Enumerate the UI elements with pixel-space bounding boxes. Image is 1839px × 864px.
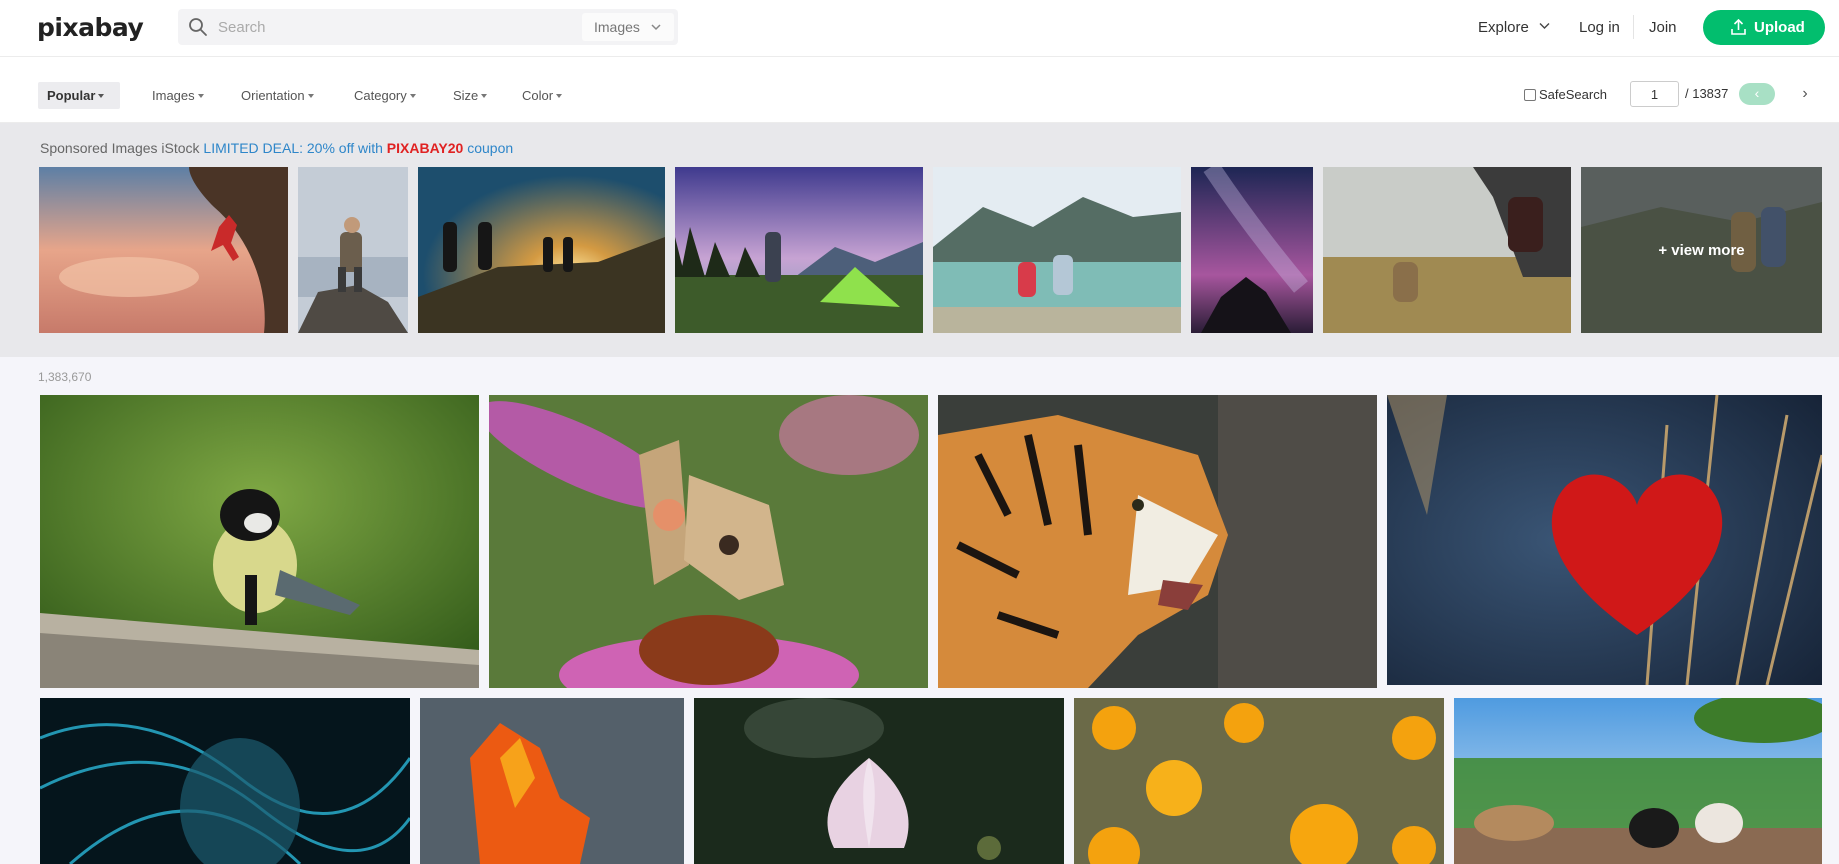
safesearch-checkbox[interactable] (1524, 89, 1536, 101)
result-image-orange-tulip[interactable] (420, 698, 684, 864)
result-image-cats[interactable] (1454, 698, 1822, 864)
search-type-label: Images (594, 19, 640, 35)
result-image-lotus[interactable] (694, 698, 1064, 864)
join-link[interactable]: Join (1649, 19, 1677, 36)
nav-explore-label: Explore (1478, 19, 1529, 36)
sponsored-image-milky-way[interactable] (1191, 167, 1313, 333)
filter-orientation-label: Orientation (241, 88, 305, 103)
filter-category-dropdown[interactable]: Category (354, 88, 416, 103)
sponsored-image-dog-car[interactable] (1323, 167, 1571, 333)
sponsored-section: Sponsored Images iStock LIMITED DEAL: 20… (0, 123, 1839, 357)
filter-orientation-dropdown[interactable]: Orientation (241, 88, 314, 103)
filter-size-dropdown[interactable]: Size (453, 88, 488, 103)
sort-popular-dropdown[interactable]: Popular (38, 82, 120, 109)
result-image-abstract-face[interactable] (40, 698, 410, 864)
safesearch-toggle[interactable]: SafeSearch (1524, 87, 1607, 102)
sponsored-image-lake-kids[interactable] (933, 167, 1181, 333)
safesearch-label: SafeSearch (1539, 87, 1607, 102)
nav-divider (1633, 15, 1634, 39)
sort-popular-label: Popular (47, 88, 96, 103)
result-image-butterfly[interactable] (489, 395, 928, 688)
filter-size-label: Size (453, 88, 479, 103)
result-image-tiger[interactable] (938, 395, 1377, 688)
upload-label: Upload (1754, 19, 1805, 36)
coupon-code: PIXABAY20 (386, 140, 464, 156)
sponsored-image-camping-tent[interactable] (675, 167, 923, 333)
caret-down-icon (481, 94, 488, 98)
result-image-yellow-flowers[interactable] (1074, 698, 1444, 864)
page-total: / 13837 (1685, 86, 1729, 101)
filter-color-dropdown[interactable]: Color (522, 88, 563, 103)
filter-images-label: Images (152, 88, 195, 103)
next-page-button[interactable]: › (1793, 83, 1817, 105)
nav-explore[interactable]: Explore (1478, 19, 1550, 36)
prev-page-button[interactable]: ‹ (1739, 83, 1775, 105)
deal-suffix: coupon (467, 140, 514, 156)
sponsored-image-hiker-mountain[interactable] (298, 167, 408, 333)
caret-down-icon (197, 94, 204, 98)
sponsored-banner: Sponsored Images iStock LIMITED DEAL: 20… (40, 140, 513, 156)
login-link[interactable]: Log in (1579, 19, 1620, 36)
chevron-down-icon (1539, 23, 1550, 29)
sponsored-prefix: Sponsored Images iStock (40, 140, 200, 156)
results-count: 1,383,670 (38, 370, 92, 384)
search-type-select[interactable]: Images (582, 13, 674, 41)
chevron-down-icon (651, 24, 661, 31)
sponsored-image-climber[interactable] (39, 167, 288, 333)
view-more-overlay[interactable]: + view more (1581, 167, 1822, 333)
caret-down-icon (409, 94, 416, 98)
search-input[interactable] (218, 9, 558, 45)
search-bar: Images (178, 9, 678, 45)
top-header: pixabay Images Explore Log in Join Uploa… (0, 0, 1839, 57)
deal-link[interactable]: LIMITED DEAL: 20% off with PIXABAY20 cou… (203, 140, 513, 156)
upload-icon (1731, 19, 1746, 35)
filter-images-dropdown[interactable]: Images (152, 88, 204, 103)
page-number-input[interactable] (1630, 81, 1679, 107)
sponsored-image-view-more[interactable]: + view more (1581, 167, 1822, 333)
upload-button[interactable]: Upload (1703, 10, 1825, 45)
result-image-red-heart[interactable] (1387, 395, 1822, 685)
filter-category-label: Category (354, 88, 407, 103)
caret-down-icon (307, 94, 314, 98)
search-icon[interactable] (188, 17, 208, 37)
filter-color-label: Color (522, 88, 554, 103)
caret-down-icon (556, 94, 563, 98)
caret-down-icon (98, 94, 105, 98)
result-image-bird[interactable] (40, 395, 479, 688)
sponsored-image-hikers-sunset[interactable] (418, 167, 665, 333)
deal-text: LIMITED DEAL: 20% off with (203, 140, 383, 156)
pixabay-logo[interactable]: pixabay (37, 13, 144, 42)
